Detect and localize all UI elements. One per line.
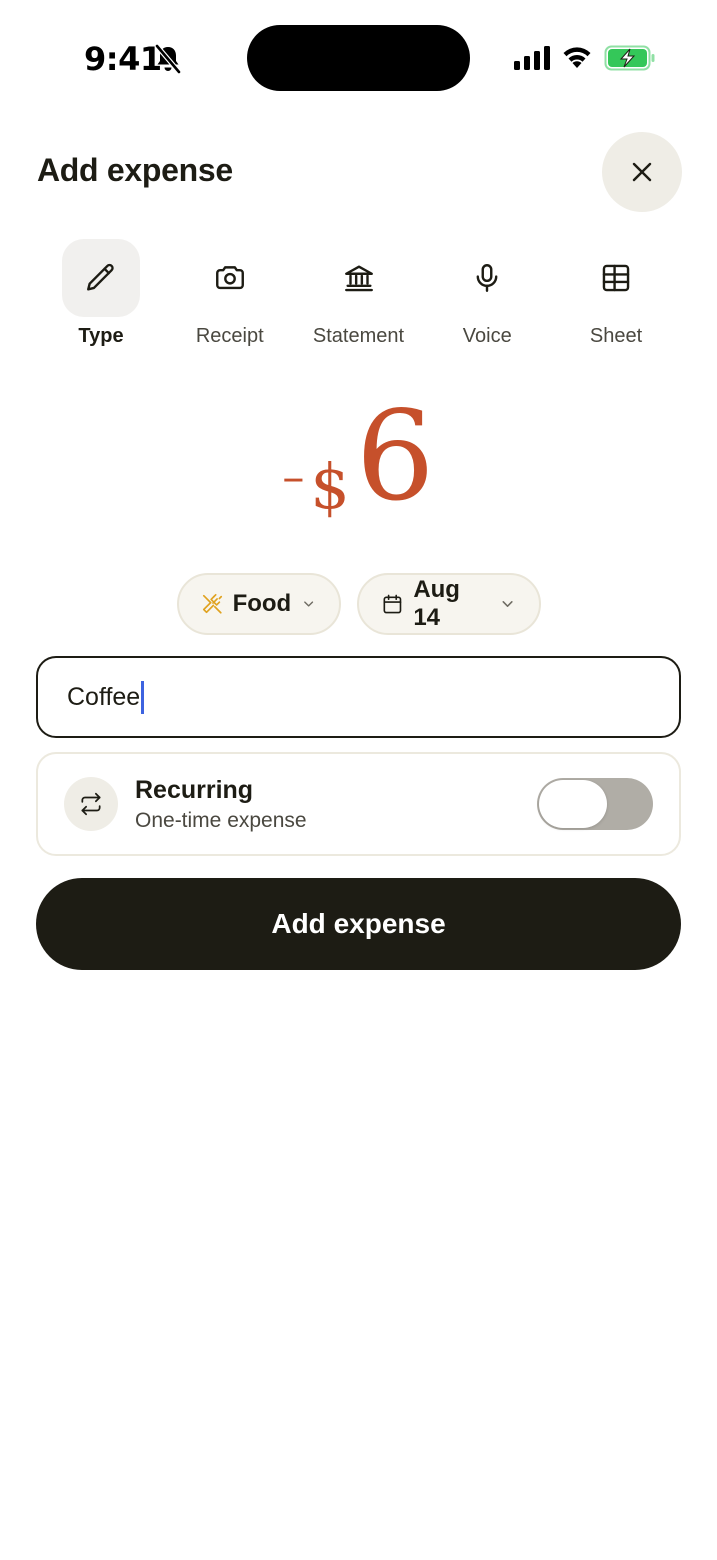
bell-slash-icon	[155, 44, 181, 74]
mode-sheet[interactable]: Sheet	[552, 239, 680, 359]
date-chip[interactable]: Aug 14	[356, 573, 541, 635]
amount-sign: –	[282, 452, 305, 503]
input-mode-selector: Type Receipt Statement Voice Sheet	[37, 239, 680, 359]
add-expense-button[interactable]: Add expense	[36, 878, 681, 970]
mode-label: Type	[78, 325, 124, 347]
pencil-icon	[62, 239, 140, 317]
mode-receipt[interactable]: Receipt	[166, 239, 294, 359]
mode-statement[interactable]: Statement	[295, 239, 423, 359]
text-caret	[141, 680, 145, 714]
description-input[interactable]: Coffee	[36, 656, 681, 738]
mode-label: Voice	[462, 325, 512, 347]
chevron-down-icon	[502, 601, 514, 607]
mode-label: Receipt	[195, 325, 264, 347]
bank-icon	[320, 239, 398, 317]
mode-voice[interactable]: Voice	[423, 239, 551, 359]
mode-label: Statement	[312, 325, 405, 347]
description-value: Coffee	[67, 682, 141, 711]
amount-value: 6	[355, 385, 435, 529]
battery-charging-icon	[604, 45, 655, 71]
camera-icon	[191, 239, 269, 317]
microphone-icon	[448, 239, 526, 317]
recurring-toggle[interactable]	[537, 778, 653, 830]
mode-label: Sheet	[589, 325, 643, 347]
add-expense-label: Add expense	[271, 908, 446, 939]
recurring-text: Recurring One-time expense	[135, 776, 537, 833]
cellular-signal-icon	[514, 46, 550, 70]
page-title: Add expense	[37, 152, 233, 188]
expense-chips: Food Aug 14	[0, 573, 717, 635]
utensils-crossed-icon	[202, 593, 222, 614]
chevron-down-icon	[304, 601, 314, 607]
date-label: Aug 14	[413, 576, 460, 631]
recurring-title: Recurring	[135, 775, 254, 804]
category-chip[interactable]: Food	[176, 573, 341, 635]
status-time: 9:41	[84, 40, 162, 78]
table-icon	[577, 239, 655, 317]
wifi-icon	[563, 47, 591, 68]
repeat-icon	[64, 777, 118, 831]
mode-type[interactable]: Type	[37, 239, 165, 359]
recurring-subtitle: One-time expense	[135, 808, 307, 832]
toggle-knob	[539, 780, 607, 828]
close-button[interactable]	[602, 132, 682, 212]
amount-currency: $	[310, 450, 350, 523]
dynamic-island	[247, 25, 470, 91]
recurring-card: Recurring One-time expense	[36, 752, 681, 856]
category-label: Food	[232, 590, 292, 617]
calendar-icon	[383, 594, 401, 614]
amount-display[interactable]: – $ 6	[0, 385, 717, 525]
close-icon	[632, 162, 652, 182]
status-bar: 9:41	[0, 0, 717, 110]
